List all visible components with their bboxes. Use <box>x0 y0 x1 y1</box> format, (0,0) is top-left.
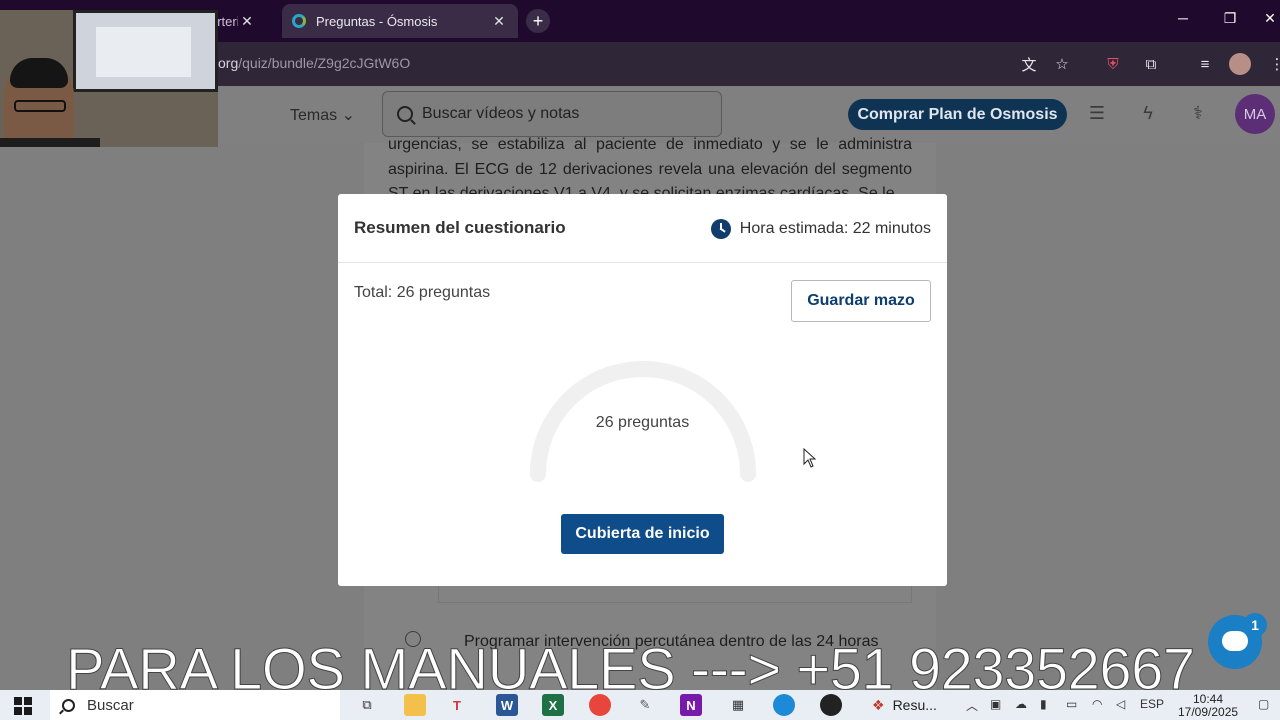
chevron-down-icon: ⌄ <box>341 107 355 124</box>
total-questions: Total: 26 preguntas <box>354 284 491 301</box>
topics-dropdown[interactable]: Temas ⌄ <box>290 105 355 125</box>
save-deck-button[interactable]: Guardar mazo <box>791 280 931 322</box>
taskbar-running-app[interactable]: ❖ Resu... <box>872 692 937 718</box>
onenote-icon[interactable]: N <box>680 694 702 716</box>
windows-start-icon[interactable] <box>14 697 32 715</box>
background-monitor <box>73 10 218 92</box>
profile-avatar-icon[interactable] <box>1229 53 1251 75</box>
avatar[interactable]: MA <box>1235 94 1275 134</box>
close-window-icon[interactable]: ✕ <box>1256 10 1280 27</box>
url-path: /quiz/bundle/Z9g2cJGtW6O <box>238 55 411 71</box>
wifi-icon[interactable]: ◠ <box>1092 697 1102 711</box>
stethoscope-icon[interactable]: ⚕ <box>1186 103 1210 127</box>
extensions-puzzle-icon[interactable]: ⧉ <box>1140 53 1162 75</box>
paint-icon[interactable]: ✎ <box>634 694 656 716</box>
file-explorer-icon[interactable] <box>404 694 426 716</box>
windows-taskbar: Buscar ⧉ T W X ✎ N ▦ ❖ Resu... ︿ ▣ ☁ ▮ ▭ … <box>0 690 1280 720</box>
webcam-overlay <box>0 10 218 147</box>
translate-icon[interactable]: 文 <box>1018 53 1040 75</box>
topics-label: Temas <box>290 107 338 124</box>
quiz-summary-modal: Resumen del cuestionario Hora estimada: … <box>338 194 947 586</box>
volume-icon[interactable]: ◁ <box>1116 697 1125 711</box>
taskbar-clock[interactable]: 10:44 17/09/2025 <box>1178 693 1238 719</box>
chrome-icon[interactable] <box>589 694 611 716</box>
running-app-label: Resu... <box>892 697 937 713</box>
restore-icon[interactable]: ❐ <box>1216 10 1244 27</box>
url-field[interactable]: org/quiz/bundle/Z9g2cJGtW6O <box>218 55 410 71</box>
presenter-shirt <box>0 138 100 147</box>
lightning-icon[interactable]: ϟ <box>1136 103 1160 127</box>
search-icon <box>397 106 413 122</box>
pdf-app-icon: ❖ <box>872 696 885 713</box>
buy-plan-button[interactable]: Comprar Plan de Osmosis <box>848 99 1067 130</box>
playlist-icon[interactable]: ☰ <box>1085 103 1109 127</box>
presenter-hair <box>10 58 68 88</box>
url-host: org <box>218 55 239 71</box>
onedrive-icon[interactable]: ☁ <box>1015 697 1027 711</box>
chat-bubble-icon <box>1222 631 1248 651</box>
language-indicator[interactable]: ESP <box>1140 697 1164 711</box>
clock-icon <box>710 219 731 239</box>
option-box <box>438 583 912 603</box>
word-icon[interactable]: W <box>496 694 518 716</box>
network-icon[interactable]: ▭ <box>1066 697 1077 711</box>
estimated-time-label: Hora estimada: 22 minutos <box>739 220 931 237</box>
tray-chevron-icon[interactable]: ︿ <box>966 697 978 714</box>
calculator-icon[interactable]: ▦ <box>727 694 749 716</box>
divider <box>338 262 947 263</box>
edge-icon[interactable] <box>773 694 795 716</box>
close-icon[interactable]: ✕ <box>238 12 256 30</box>
presenter-glasses <box>14 100 66 112</box>
typing-app-icon[interactable]: T <box>446 694 468 716</box>
shield-extension-icon[interactable]: ⛨ <box>1102 53 1124 75</box>
search-input[interactable]: Buscar vídeos y notas <box>382 91 722 137</box>
mouse-cursor-icon <box>803 448 817 468</box>
osmosis-favicon-icon <box>292 14 306 28</box>
minimize-icon[interactable]: ─ <box>1169 10 1197 26</box>
modal-title: Resumen del cuestionario <box>354 218 566 237</box>
tab-title: Preguntas - Ósmosis <box>316 13 438 29</box>
more-menu-icon[interactable]: ⋮ <box>1266 53 1280 75</box>
search-icon <box>62 698 75 712</box>
taskbar-search-input[interactable]: Buscar <box>50 690 340 720</box>
excel-icon[interactable]: X <box>542 694 564 716</box>
chat-badge: 1 <box>1243 613 1267 637</box>
browser-tab-active[interactable]: Preguntas - Ósmosis ✕ <box>282 4 518 38</box>
battery-icon[interactable]: ▮ <box>1040 697 1047 711</box>
start-deck-button[interactable]: Cubierta de inicio <box>561 514 724 554</box>
search-placeholder: Buscar vídeos y notas <box>422 105 580 122</box>
media-controls-icon[interactable]: ≡ <box>1194 53 1216 75</box>
gauge-label: 26 preguntas <box>595 414 690 431</box>
taskbar-search-label: Buscar <box>87 696 134 714</box>
browser-tab-previous[interactable]: arteri ✕ <box>210 6 280 36</box>
new-tab-button[interactable]: + <box>526 9 550 33</box>
tray-app-icon[interactable]: ▣ <box>990 697 1001 711</box>
close-icon[interactable]: ✕ <box>490 12 508 30</box>
notifications-icon[interactable]: ▢ <box>1258 697 1269 711</box>
clock-date: 17/09/2025 <box>1178 705 1239 719</box>
task-view-icon[interactable]: ⧉ <box>356 694 378 716</box>
estimated-time: Hora estimada: 22 minutos <box>710 219 931 239</box>
bookmark-star-icon[interactable]: ☆ <box>1051 53 1073 75</box>
recorder-icon[interactable] <box>820 694 842 716</box>
